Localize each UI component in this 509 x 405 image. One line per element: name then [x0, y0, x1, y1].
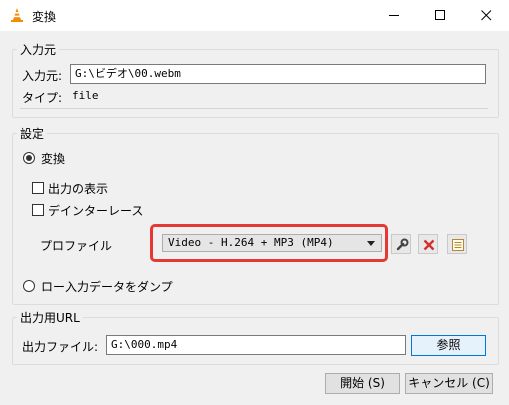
browse-button[interactable]: 参照	[411, 335, 486, 356]
delete-icon	[423, 239, 435, 251]
type-value: file	[72, 89, 99, 102]
destination-legend: 出力用URL	[20, 311, 80, 325]
show-output-checkbox[interactable]	[32, 182, 44, 194]
title-bar: 変換	[0, 0, 509, 31]
maximize-button[interactable]	[417, 0, 463, 31]
minimize-icon	[389, 15, 399, 16]
window-title: 変換	[32, 10, 57, 24]
convert-radio[interactable]	[23, 152, 35, 164]
wrench-icon	[396, 238, 409, 251]
source-input-label: 入力元:	[22, 69, 63, 83]
source-legend: 入力元	[20, 43, 57, 57]
edit-profile-button[interactable]	[391, 234, 411, 254]
vlc-cone-icon	[11, 8, 23, 22]
close-icon	[481, 10, 492, 21]
cancel-button[interactable]: キャンセル (C)	[405, 373, 493, 394]
show-output-label: 出力の表示	[48, 182, 109, 196]
profile-label: プロファイル	[40, 239, 113, 253]
delete-profile-button[interactable]	[418, 234, 438, 254]
source-separator	[20, 108, 488, 109]
deinterlace-label: デインターレース	[48, 204, 144, 218]
close-button[interactable]	[463, 0, 509, 31]
destination-file-input[interactable]: G:\000.mp4	[106, 335, 406, 355]
profile-select-value: Video - H.264 + MP3 (MP4)	[168, 236, 334, 249]
maximize-icon	[435, 10, 445, 20]
convert-label: 変換	[41, 152, 66, 166]
settings-legend: 設定	[20, 127, 45, 141]
new-profile-icon	[452, 239, 464, 251]
dump-raw-radio[interactable]	[23, 280, 35, 292]
deinterlace-checkbox[interactable]	[32, 204, 44, 216]
type-label: タイプ:	[22, 91, 63, 105]
chevron-down-icon	[367, 241, 375, 246]
minimize-button[interactable]	[371, 0, 417, 31]
new-profile-button[interactable]	[447, 234, 467, 254]
dump-raw-label: ロー入力データをダンプ	[41, 280, 173, 294]
source-input-field[interactable]: G:\ビデオ\00.webm	[70, 64, 486, 84]
start-button[interactable]: 開始 (S)	[325, 373, 400, 394]
profile-select[interactable]: Video - H.264 + MP3 (MP4)	[162, 234, 382, 252]
destination-file-label: 出力ファイル:	[22, 340, 99, 354]
